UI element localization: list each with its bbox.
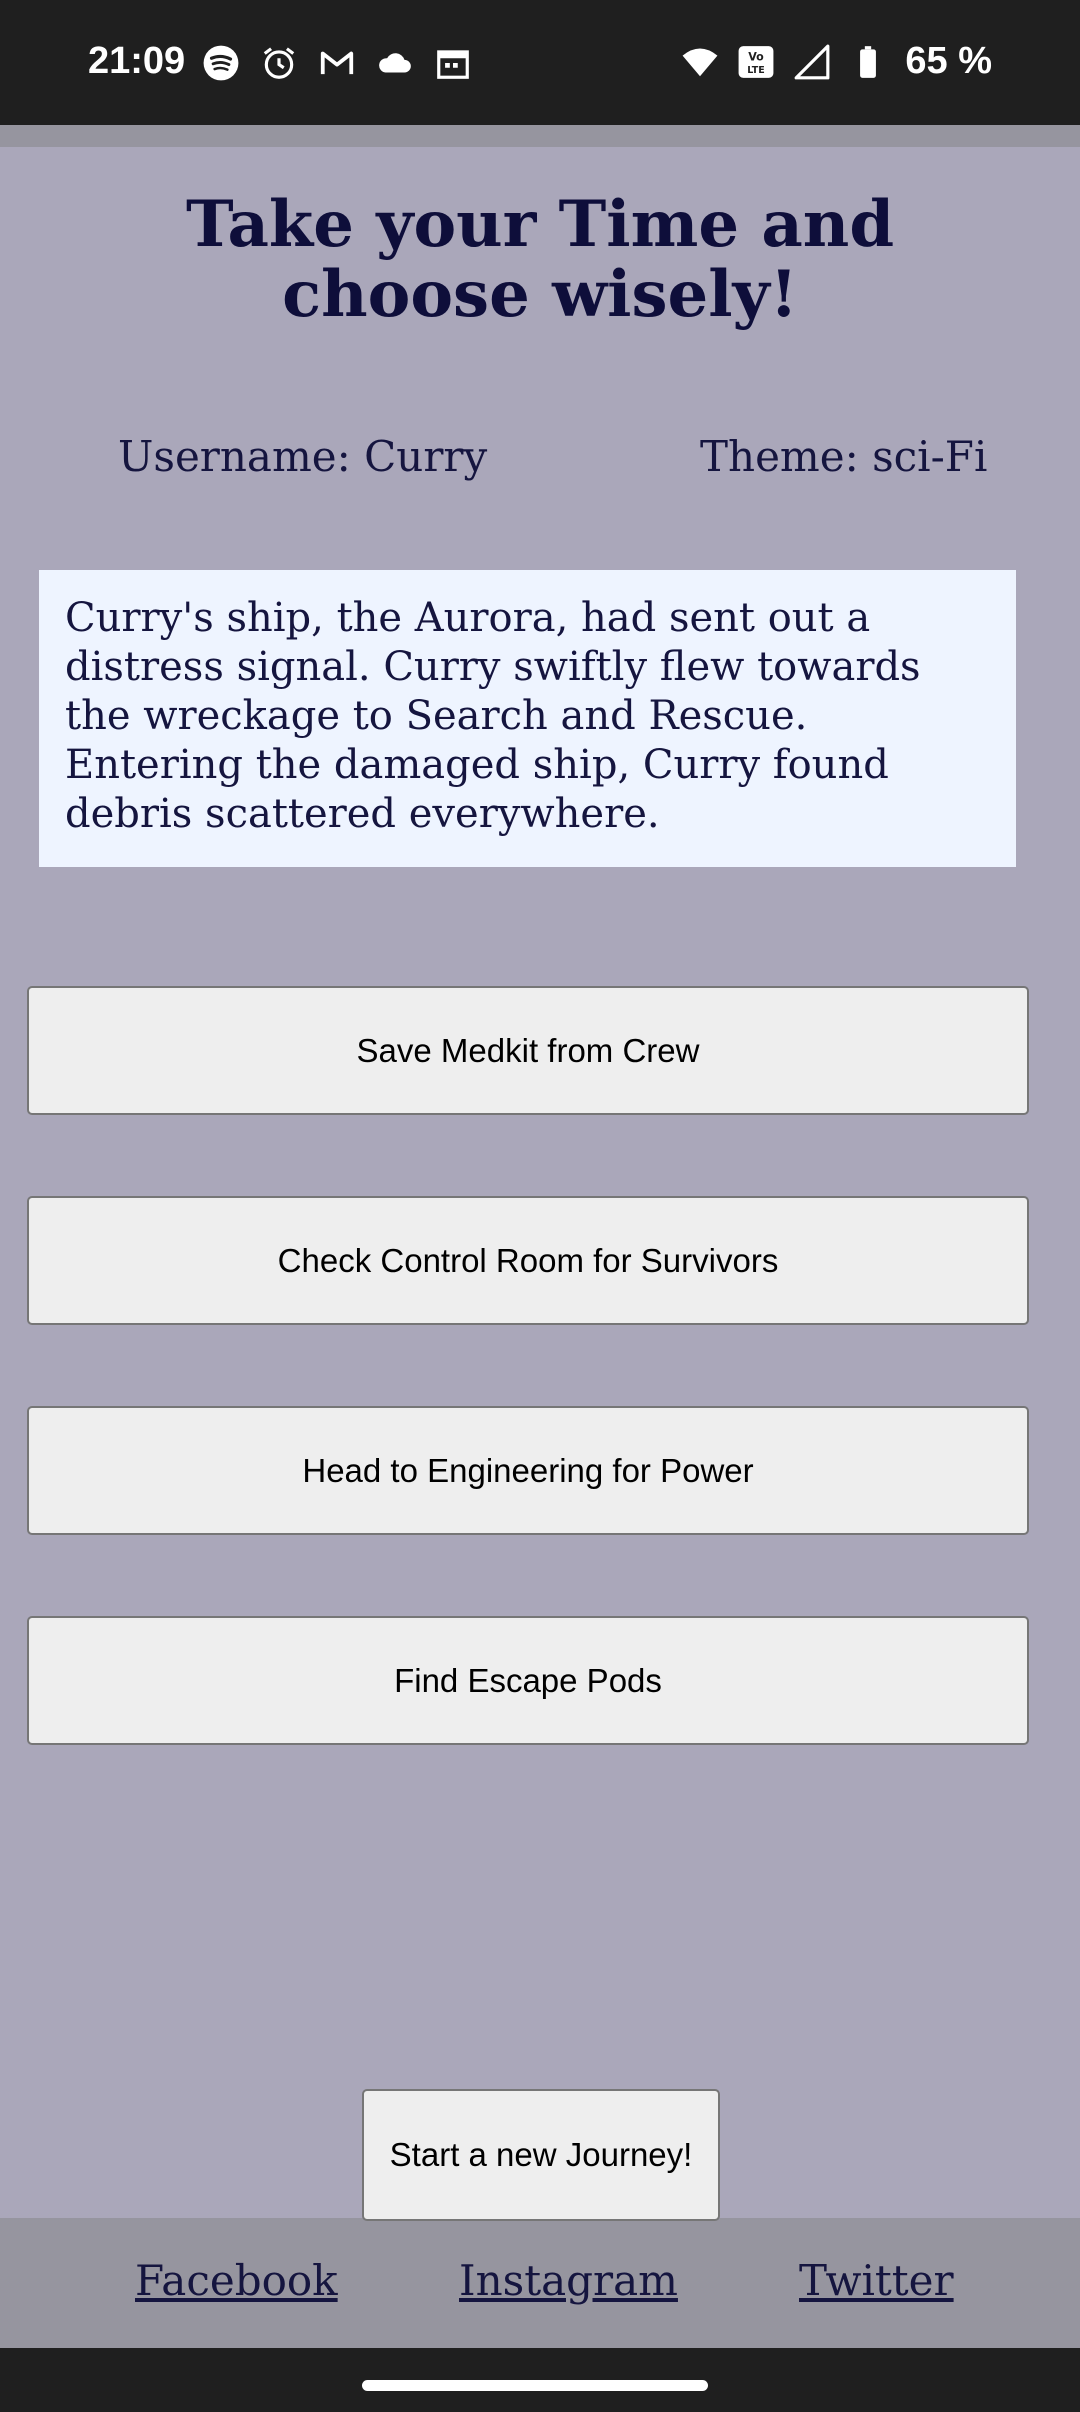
calendar-icon — [437, 50, 469, 79]
signal-icon — [794, 44, 830, 79]
spotify-icon — [203, 45, 239, 81]
theme-label: Theme: sci-Fi — [700, 432, 988, 481]
username-label: Username: Curry — [118, 432, 488, 481]
status-bar: 21:09 Vo LTE 65 % — [0, 0, 1080, 125]
footer: Facebook Instagram Twitter — [0, 2218, 1080, 2348]
choice-button-find-escape-pods[interactable]: Find Escape Pods — [27, 1616, 1029, 1745]
status-time: 21:09 — [88, 40, 186, 82]
gmail-icon — [320, 51, 354, 75]
home-indicator[interactable] — [362, 2380, 708, 2391]
story-text: Curry's ship, the Aurora, had sent out a… — [39, 570, 1016, 867]
notification-icons — [202, 44, 472, 82]
svg-text:Vo: Vo — [749, 50, 765, 63]
page-header-strip — [0, 125, 1080, 147]
instagram-link[interactable]: Instagram — [459, 2256, 678, 2305]
twitter-link[interactable]: Twitter — [799, 2256, 954, 2305]
page-title: Take your Time and choose wisely! — [185, 187, 895, 332]
volte-icon: Vo LTE — [738, 45, 774, 78]
alarm-icon — [263, 47, 295, 79]
battery-percentage: 65 % — [905, 40, 992, 82]
start-new-journey-button[interactable]: Start a new Journey! — [362, 2089, 720, 2221]
svg-text:LTE: LTE — [748, 65, 765, 76]
navigation-bar — [0, 2348, 1080, 2412]
choice-button-head-to-engineering[interactable]: Head to Engineering for Power — [27, 1406, 1029, 1535]
choice-button-save-medkit[interactable]: Save Medkit from Crew — [27, 986, 1029, 1115]
wifi-icon — [682, 48, 718, 76]
system-icons: Vo LTE 65 % — [681, 40, 992, 83]
facebook-link[interactable]: Facebook — [135, 2256, 338, 2305]
cloud-icon — [379, 53, 411, 73]
choice-button-check-control-room[interactable]: Check Control Room for Survivors — [27, 1196, 1029, 1325]
battery-icon — [860, 45, 877, 78]
